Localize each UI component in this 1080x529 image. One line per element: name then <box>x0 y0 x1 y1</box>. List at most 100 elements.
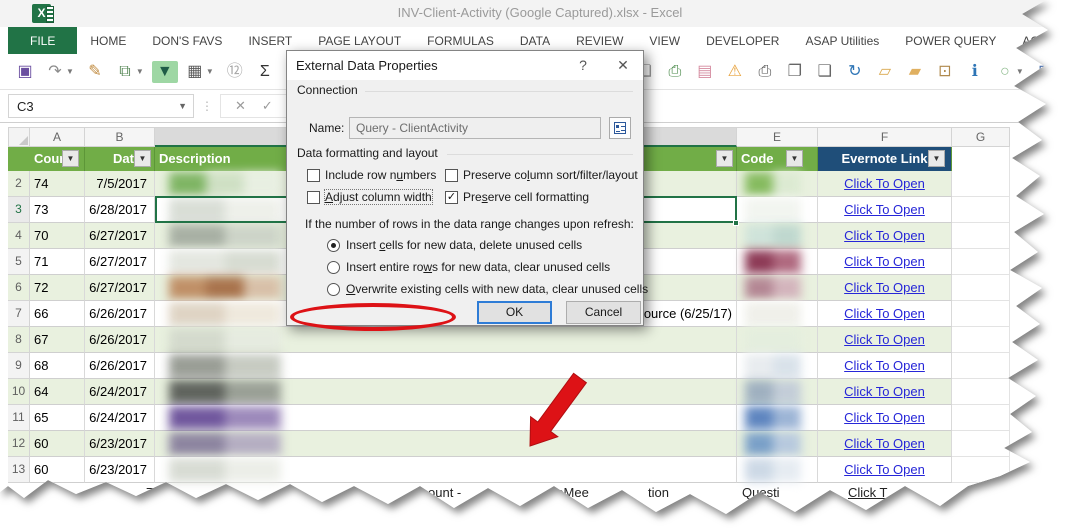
cell-date[interactable]: 6/26/2017 <box>85 353 155 379</box>
evernote-hyperlink[interactable]: Click To Open <box>844 176 925 191</box>
cell-date[interactable]: 6/27/2017 <box>85 223 155 249</box>
cell-count[interactable]: 60 <box>30 431 85 457</box>
folder-open-icon[interactable]: ▱ <box>872 61 898 83</box>
cell-description[interactable] <box>155 431 737 457</box>
table-edit-icon[interactable]: ▦ ▼ <box>182 61 218 83</box>
print-icon[interactable]: ⎙ <box>752 61 778 83</box>
radio-icon[interactable] <box>327 238 340 252</box>
evernote-hyperlink[interactable]: Click To Open <box>844 436 925 451</box>
ribbon-tab-home[interactable]: HOME <box>77 27 139 54</box>
cell-date[interactable]: 6/28/2017 <box>85 197 155 223</box>
cell-code[interactable] <box>737 353 818 379</box>
cell-count[interactable]: 71 <box>30 249 85 275</box>
dropdown-caret-icon[interactable]: ▼ <box>206 63 214 81</box>
cell-code[interactable] <box>737 197 818 223</box>
adjust-column-width-checkbox[interactable]: Adjust column width <box>307 189 433 205</box>
dropdown-caret-icon[interactable]: ▼ <box>1056 63 1064 81</box>
cell-date[interactable]: 6/26/2017 <box>85 301 155 327</box>
cell-code[interactable] <box>737 405 818 431</box>
row-header-8[interactable]: 8 <box>8 327 30 353</box>
evernote-hyperlink[interactable]: Click To Open <box>844 280 925 295</box>
insert-rows-radio[interactable]: Insert entire rows for new data, clear u… <box>327 260 610 274</box>
checkbox-icon[interactable] <box>307 190 320 204</box>
row-header-4[interactable]: 4 <box>8 223 30 249</box>
checkbox-icon[interactable] <box>445 168 458 182</box>
clipboard-12-icon[interactable]: ⑫ <box>222 61 248 83</box>
refresh-icon[interactable]: ↻ <box>842 61 868 83</box>
evernote-hyperlink[interactable]: Click To Open <box>844 358 925 373</box>
cell-code[interactable] <box>737 327 818 353</box>
warning-icon[interactable]: ⚠ <box>722 61 748 83</box>
format-painter-icon[interactable]: ✎ <box>82 61 108 83</box>
cell-count[interactable]: 64 <box>30 379 85 405</box>
row-header-10[interactable]: 10 <box>8 379 30 405</box>
cell-count[interactable]: 73 <box>30 197 85 223</box>
row-header-9[interactable]: 9 <box>8 353 30 379</box>
cell-date[interactable]: 6/24/2017 <box>85 379 155 405</box>
border-grid-icon[interactable]: ⊞ ▼ <box>1032 61 1064 83</box>
cell-count[interactable]: 68 <box>30 353 85 379</box>
row-header-12[interactable]: 12 <box>8 431 30 457</box>
evernote-hyperlink[interactable]: Click To Open <box>844 410 925 425</box>
row-header-5[interactable]: 5 <box>8 249 30 275</box>
cancel-button[interactable]: Cancel <box>566 301 641 324</box>
cell-date[interactable]: 6/23/2017 <box>85 457 155 483</box>
cell-empty[interactable] <box>952 301 1010 327</box>
paste-picture-icon[interactable]: ⊡ <box>932 61 958 83</box>
row-header-3[interactable]: 3 <box>8 197 30 223</box>
ribbon-tab-don-s-favs[interactable]: DON'S FAVS <box>139 27 235 54</box>
row-header-2[interactable]: 2 <box>8 171 30 197</box>
ribbon-tab-acrobat[interactable]: ACROBAT <box>1009 27 1048 54</box>
folder-closed-icon[interactable]: ▰ <box>902 61 928 83</box>
checkbox-icon[interactable]: ✓ <box>445 190 458 204</box>
cell-code[interactable] <box>737 431 818 457</box>
cell-code[interactable] <box>737 457 818 483</box>
cell-empty[interactable] <box>952 457 1010 483</box>
cell-count[interactable]: 65 <box>30 405 85 431</box>
cell-empty[interactable] <box>952 197 1010 223</box>
cell-date[interactable]: 6/23/2017 <box>85 431 155 457</box>
cell-count[interactable]: 60 <box>30 457 85 483</box>
cell-description[interactable] <box>155 379 737 405</box>
save-icon[interactable]: ▣ <box>12 61 38 83</box>
circle-shape-icon[interactable]: ○ ▼ <box>992 61 1028 83</box>
ribbon-tab-developer[interactable]: DEVELOPER <box>693 27 792 54</box>
redo-icon[interactable]: ↷ ▼ <box>42 61 78 83</box>
checkbox-icon[interactable] <box>307 168 320 182</box>
overwrite-cells-radio[interactable]: Overwrite existing cells with new data, … <box>327 282 648 296</box>
cell-count[interactable]: 66 <box>30 301 85 327</box>
ribbon-tab-asap-utilities[interactable]: ASAP Utilities <box>792 27 892 54</box>
evernote-hyperlink[interactable]: Click To Open <box>844 384 925 399</box>
cell-empty[interactable] <box>952 431 1010 457</box>
filter-dropdown-icon[interactable]: ▼ <box>786 150 803 167</box>
cell-description[interactable] <box>155 353 737 379</box>
close-icon[interactable]: ✕ <box>603 51 643 80</box>
cell-count[interactable]: 70 <box>30 223 85 249</box>
notes-icon[interactable]: ▤ <box>692 61 718 83</box>
row-header-11[interactable]: 11 <box>8 405 30 431</box>
cell-code[interactable] <box>737 379 818 405</box>
cell-code[interactable] <box>737 171 818 197</box>
cancel-entry-icon[interactable]: ✕ <box>227 98 254 114</box>
radio-icon[interactable] <box>327 260 340 274</box>
cell-empty[interactable] <box>952 379 1010 405</box>
name-box[interactable]: C3 ▼ <box>8 94 194 118</box>
cell-date[interactable]: 7/5/2017 <box>85 171 155 197</box>
include-row-numbers-checkbox[interactable]: Include row numbers <box>307 168 436 182</box>
cell-empty[interactable] <box>952 249 1010 275</box>
help-icon[interactable]: ? <box>563 51 603 80</box>
cell-code[interactable] <box>737 275 818 301</box>
cell-description[interactable] <box>155 327 737 353</box>
cell-count[interactable]: 74 <box>30 171 85 197</box>
select-all-corner[interactable] <box>8 127 30 147</box>
ok-button[interactable]: OK <box>477 301 552 324</box>
evernote-hyperlink[interactable]: Click To Open <box>844 228 925 243</box>
autosum-icon[interactable]: Σ <box>252 61 278 83</box>
dropdown-caret-icon[interactable]: ▼ <box>66 63 74 81</box>
ribbon-tab-view[interactable]: VIEW <box>636 27 693 54</box>
row-header-6[interactable]: 6 <box>8 275 30 301</box>
evernote-hyperlink[interactable]: Click To Open <box>844 332 925 347</box>
ribbon-tab-power-query[interactable]: POWER QUERY <box>892 27 1009 54</box>
cell-empty[interactable] <box>952 405 1010 431</box>
evernote-hyperlink[interactable]: Click To Open <box>844 254 925 269</box>
